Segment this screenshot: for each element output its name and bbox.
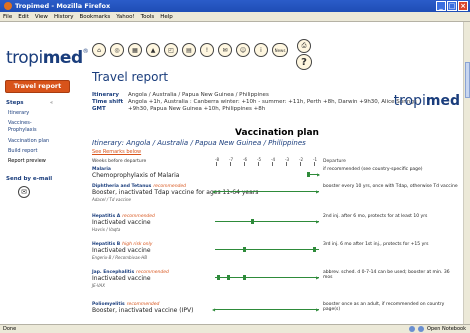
schedule-bar: ▶ (215, 275, 319, 280)
vaccination-plan-title: Vaccination plan (235, 128, 319, 138)
menu-history[interactable]: History (54, 14, 74, 20)
status-text: Done (3, 326, 17, 332)
axis-tick: -4 (271, 157, 275, 166)
vaccine-row-diphtheria: Diphtheria and Tetanus recommended Booste… (92, 184, 462, 202)
summary-brand-logo: tropimed (393, 93, 460, 109)
scrollbar-thumb[interactable] (465, 62, 470, 98)
close-button[interactable]: × (458, 1, 468, 11)
nav-prophylaxis[interactable]: Prophylaxis (8, 127, 37, 133)
menu-bookmarks[interactable]: Bookmarks (80, 14, 111, 20)
schedule-bar: ▶ (215, 219, 319, 224)
schedule-bar: ◀ ▶ (212, 307, 320, 312)
steps-heading: Steps (6, 100, 24, 106)
map-icon[interactable]: ◰ (164, 43, 178, 57)
collapse-icon[interactable]: « (50, 100, 53, 106)
firefox-icon (4, 2, 12, 10)
weeks-axis: -8 -7 -6 -5 -4 -3 -2 -1 (215, 157, 319, 167)
menu-edit[interactable]: Edit (18, 14, 29, 20)
app-toolbar: ⌂ ◎ ▦ ▲ ◰ ▤ ! ✉ ☺ i News (92, 43, 288, 57)
addon-icon[interactable] (418, 326, 425, 332)
vaccine-row-hepatitis-a: Hepatitis Arecommended Inactivated vacci… (92, 214, 462, 232)
vaccine-note: booster once as an adult, if recommended… (323, 302, 445, 312)
vaccine-note: if recommended (see country-specific pag… (323, 167, 423, 172)
globe-icon[interactable]: ◎ (110, 43, 124, 57)
vaccine-note: 2nd inj. after 6 mo, protects for at lea… (323, 214, 428, 219)
vertical-scrollbar[interactable] (463, 22, 470, 324)
timeshift-label: Time shift (92, 99, 124, 105)
status-right: Open Notebook (409, 326, 470, 332)
axis-tick: -7 (229, 157, 233, 166)
window-title: Tropimed - Mozilla Firefox (15, 2, 111, 10)
grid-icon[interactable]: ▦ (128, 43, 142, 57)
vaccine-brand: Havrix / Vaqta (92, 227, 121, 232)
vaccine-row-poliomyelitis: Poliomyelitis recommended Booster, inacti… (92, 302, 462, 314)
nav-vaccination-plan[interactable]: Vaccination plan (8, 138, 49, 144)
maximize-button[interactable]: □ (447, 1, 457, 11)
vaccine-row-malaria: Malaria Chemoprophylaxis of Malaria ▶ if… (92, 167, 462, 179)
window-controls: _ □ × (436, 1, 468, 11)
plan-itinerary: Itinerary: Angola / Australia / Papua Ne… (92, 139, 306, 147)
menu-bar: File Edit View History Bookmarks Yahoo! … (0, 12, 470, 22)
departure-label: Departure (323, 159, 346, 164)
itinerary-label: Itinerary (92, 92, 119, 98)
print-icon[interactable]: ⎙ (297, 39, 311, 53)
tropimed-logo[interactable]: tropimed® (6, 48, 89, 68)
report-summary: Itinerary Angola / Australia / Papua New… (92, 92, 462, 113)
axis-tick: -8 (215, 157, 219, 166)
vaccine-note: booster every 10 yrs, once with Tdap, ot… (323, 184, 458, 189)
vaccine-brand: JE-VAX (92, 283, 105, 288)
vaccine-note: abbrev. sched. d 0-7-14 can be used; boo… (323, 270, 450, 280)
top-right-tools: ⎙ ? (296, 39, 312, 70)
travel-report-button[interactable]: Travel report (5, 80, 70, 93)
schedule-bar (215, 247, 319, 252)
news-button[interactable]: News (272, 43, 288, 57)
axis-tick: -2 (299, 157, 303, 166)
page-content: tropimed® ⌂ ◎ ▦ ▲ ◰ ▤ ! ✉ ☺ i News ⎙ ? T… (0, 22, 463, 324)
security-icon[interactable] (409, 326, 416, 332)
timeshift-line2: +9h30, Papua New Guinea +10h, Philippine… (128, 106, 266, 112)
weeks-header: Weeks before departure (92, 159, 147, 164)
itinerary-value: Angola / Australia / Papua New Guinea / … (128, 92, 269, 98)
menu-tools[interactable]: Tools (141, 14, 155, 20)
schedule-bar: ▶ (215, 172, 320, 177)
vaccine-row-hepatitis-b: Hepatitis Bhigh risk only Inactivated va… (92, 242, 462, 260)
axis-tick: -5 (257, 157, 261, 166)
vaccine-row-jap-encephalitis: Jap. Encephalitis recommended Inactivated… (92, 270, 462, 288)
mail-icon[interactable]: ✉ (218, 43, 232, 57)
menu-view[interactable]: View (35, 14, 48, 20)
status-bar: Done Open Notebook (0, 324, 470, 333)
nav-vaccines[interactable]: Vaccines- (8, 120, 32, 126)
home-icon[interactable]: ⌂ (92, 43, 106, 57)
nav-build-report[interactable]: Build report (8, 148, 37, 154)
menu-file[interactable]: File (3, 14, 12, 20)
axis-tick: -1 (313, 157, 317, 166)
flask-icon[interactable]: ▲ (146, 43, 160, 57)
schedule-bar: ◀ ▶ (212, 189, 320, 194)
window-titlebar: Tropimed - Mozilla Firefox _ □ × (0, 0, 470, 12)
nav-itinerary[interactable]: Itinerary (8, 110, 29, 116)
minimize-button[interactable]: _ (436, 1, 446, 11)
alert-icon[interactable]: ! (200, 43, 214, 57)
remarks-link[interactable]: See Remarks below (92, 149, 141, 155)
menu-help[interactable]: Help (160, 14, 173, 20)
vaccine-brand: Adacel / Td vaccine (92, 197, 131, 202)
send-email-heading: Send by e-mail (6, 176, 53, 182)
person-icon[interactable]: ☺ (236, 43, 250, 57)
nav-report-preview[interactable]: Report preview (8, 158, 46, 164)
axis-tick: -6 (243, 157, 247, 166)
notebook-link[interactable]: Open Notebook (427, 326, 466, 332)
page-title: Travel report (92, 70, 169, 84)
help-icon[interactable]: ? (296, 54, 312, 70)
vaccine-brand: Engerix-B / Recombivax-HB (92, 255, 148, 260)
axis-tick: -3 (285, 157, 289, 166)
menu-yahoo[interactable]: Yahoo! (116, 14, 134, 20)
timeshift-line1: Angola +1h, Australia : Canberra winter:… (128, 99, 417, 105)
envelope-icon[interactable]: ✉ (18, 186, 30, 198)
gmt-label: GMT (92, 106, 106, 112)
info-icon[interactable]: i (254, 43, 268, 57)
vaccine-note: 3rd inj. 6 mo after 1st inj., protects f… (323, 242, 429, 247)
document-icon[interactable]: ▤ (182, 43, 196, 57)
